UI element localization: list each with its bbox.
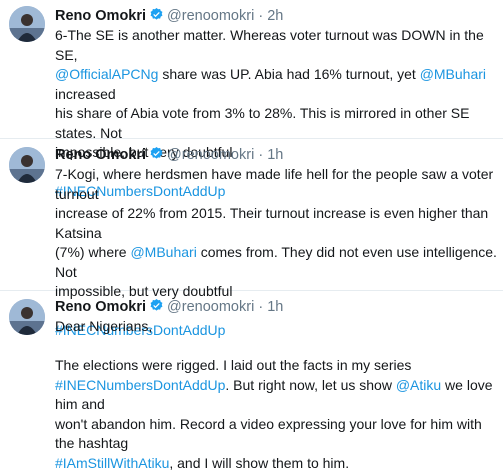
tweet-header: Reno Omokri @renoomokri · 2h [55, 6, 499, 26]
avatar[interactable] [9, 299, 45, 335]
mention-link[interactable]: @Atiku [396, 377, 441, 393]
tweet-header: Reno Omokri @renoomokri · 1h [55, 145, 499, 165]
text-fragment: , and I will show them to him. [169, 455, 349, 471]
author-name[interactable]: Reno Omokri [55, 299, 146, 315]
text-line: increase of 22% from 2015. Their turnout… [55, 204, 499, 243]
text-line: 6-The SE is another matter. Whereas vote… [55, 26, 499, 65]
timestamp[interactable]: 1h [267, 147, 283, 163]
text-line: (7%) where @MBuhari comes from. They did… [55, 243, 499, 282]
avatar[interactable] [9, 147, 45, 183]
text-fragment: . But right now, let us show [225, 377, 395, 393]
text-line: @OfficialAPCNg share was UP. Abia had 16… [55, 65, 499, 104]
text-line: #IAmStillWithAtiku, and I will show them… [55, 454, 499, 473]
hashtag-link[interactable]: #IAmStillWithAtiku [55, 455, 169, 471]
tweet-header: Reno Omokri @renoomokri · 1h [55, 297, 499, 317]
text-fragment: share was UP. Abia had 16% turnout, yet [158, 66, 419, 82]
author-handle[interactable]: @renoomokri [167, 299, 254, 315]
author-handle[interactable]: @renoomokri [167, 147, 254, 163]
separator: · [254, 147, 267, 163]
text-line: #INECNumbersDontAddUp. But right now, le… [55, 376, 499, 415]
verified-badge-icon [149, 146, 164, 161]
mention-link[interactable]: @OfficialAPCNg [55, 66, 158, 82]
separator: · [254, 8, 267, 24]
text-line: his share of Abia vote from 3% to 28%. T… [55, 104, 499, 143]
mention-link[interactable]: @MBuhari [420, 66, 486, 82]
separator: · [254, 299, 267, 315]
verified-badge-icon [149, 298, 164, 313]
text-line: won't abandon him. Record a video expres… [55, 415, 499, 454]
text-line: 7-Kogi, where herdsmen have made life he… [55, 165, 499, 204]
tweet[interactable]: Reno Omokri @renoomokri · 2h 6-The SE is … [0, 0, 503, 139]
text-fragment: increased [55, 86, 116, 102]
text-line: Dear Nigerians, [55, 317, 499, 337]
timestamp[interactable]: 2h [267, 8, 283, 24]
timestamp[interactable]: 1h [267, 299, 283, 315]
author-handle[interactable]: @renoomokri [167, 8, 254, 24]
spacer [55, 337, 499, 357]
tweet-timeline: Reno Omokri @renoomokri · 2h 6-The SE is … [0, 0, 503, 430]
author-name[interactable]: Reno Omokri [55, 8, 146, 24]
mention-link[interactable]: @MBuhari [130, 244, 196, 260]
verified-badge-icon [149, 7, 164, 22]
tweet-text: Dear Nigerians, The elections were rigge… [55, 317, 499, 473]
hashtag-link[interactable]: #INECNumbersDontAddUp [55, 377, 225, 393]
text-line: The elections were rigged. I laid out th… [55, 356, 499, 376]
author-name[interactable]: Reno Omokri [55, 147, 146, 163]
tweet[interactable]: Reno Omokri @renoomokri · 1h Dear Nigeria… [0, 291, 503, 430]
tweet[interactable]: Reno Omokri @renoomokri · 1h 7-Kogi, wher… [0, 139, 503, 291]
text-fragment: (7%) where [55, 244, 130, 260]
avatar[interactable] [9, 6, 45, 42]
